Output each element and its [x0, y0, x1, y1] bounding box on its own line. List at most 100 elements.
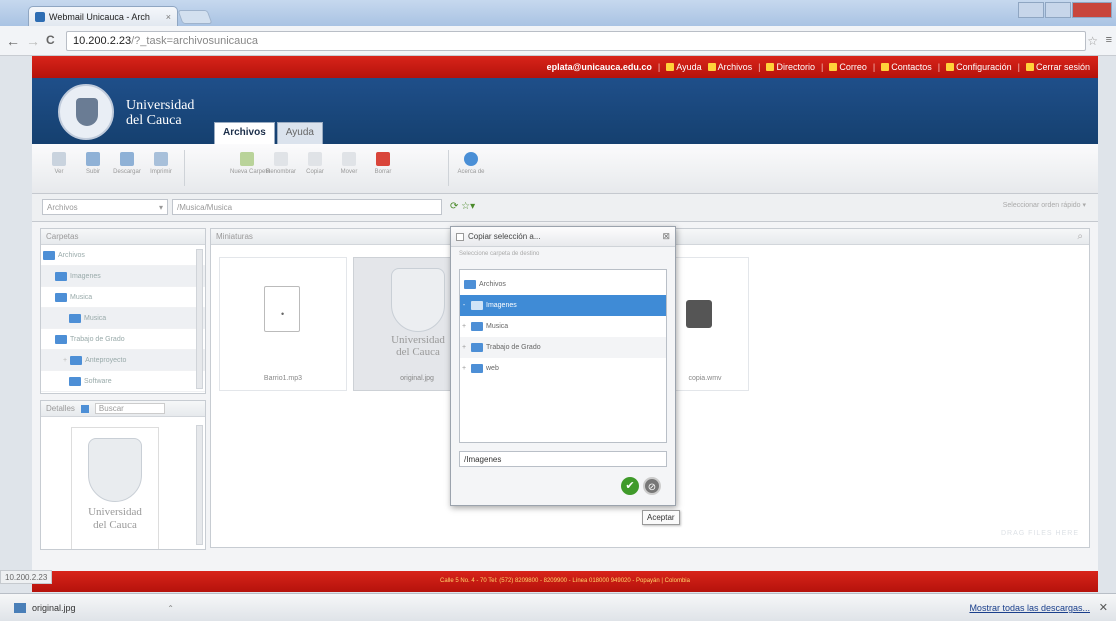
back-icon[interactable]: ←: [6, 33, 20, 49]
details-scrollbar[interactable]: [196, 425, 203, 545]
tab-close-icon[interactable]: ×: [166, 12, 171, 22]
crest-image: Universidad del Cauca: [374, 268, 462, 368]
topnav-archivos[interactable]: Archivos: [707, 62, 752, 72]
dialog-header: Copiar selección a... ⊠: [451, 227, 675, 247]
path-actions[interactable]: ⟳ ☆▾: [450, 201, 475, 212]
dialog-hint: Seleccione carpeta de destino: [459, 251, 540, 257]
copiar-button[interactable]: Copiar: [298, 148, 332, 175]
folder-icon: [55, 334, 67, 344]
footer-bar: Calle 5 No. 4 - 70 Tel: (572) 8209800 - …: [32, 571, 1098, 592]
app-tabs: Archivos Ayuda: [214, 122, 323, 144]
favicon-icon: [35, 11, 45, 22]
directory-icon: [766, 63, 775, 71]
show-all-downloads-link[interactable]: Mostrar todas las descargas...: [969, 603, 1090, 613]
dialog-close-icon[interactable]: ⊠: [662, 231, 670, 242]
topnav-configuracion[interactable]: Configuración: [946, 62, 1012, 72]
gear-icon: [946, 63, 955, 71]
details-icon: [80, 404, 89, 413]
imprimir-button[interactable]: Imprimir: [144, 148, 178, 175]
destination-tree: Archivos - Imagenes + Musica + Trabajo de G…: [459, 269, 667, 443]
user-email: eplata@unicauca.edu.co: [546, 62, 652, 72]
dest-node-trabajo[interactable]: + Trabajo de Grado: [460, 337, 666, 358]
dest-node-musica[interactable]: + Musica: [460, 316, 666, 337]
accept-button[interactable]: ✔: [621, 477, 639, 495]
dest-node-imagenes[interactable]: - Imagenes: [460, 295, 666, 316]
topnav-contactos[interactable]: Contactos: [881, 62, 932, 72]
acerca-de-button[interactable]: Acerca de: [454, 148, 488, 175]
university-name: Universidad del Cauca: [126, 98, 195, 128]
folder-icon: [471, 364, 483, 373]
accept-tooltip: Aceptar: [642, 510, 680, 525]
browser-tab-title: Webmail Unicauca - Arch: [49, 11, 150, 22]
download-item[interactable]: original.jpg ⌃: [8, 598, 180, 618]
toolbar-group-edit: Nueva Carpeta Renombrar Copiar Mover Bor…: [230, 148, 400, 175]
webmail-app: eplata@unicauca.edu.co | Ayuda Archivos …: [32, 56, 1098, 592]
file-thumb-barrio1[interactable]: Barrio1.mp3: [219, 257, 347, 391]
details-search-input[interactable]: Buscar: [94, 403, 165, 414]
renombrar-button[interactable]: Renombrar: [264, 148, 298, 175]
bookmark-star-icon[interactable]: ☆: [1087, 34, 1098, 48]
topnav-cerrar-sesion[interactable]: Cerrar sesión: [1025, 62, 1090, 72]
search-icon[interactable]: ⌕: [1077, 231, 1083, 242]
maximize-button[interactable]: [1045, 2, 1071, 18]
url-input[interactable]: 10.200.2.23/?_task=archivosunicauca: [66, 31, 1086, 51]
tree-item-trabajo[interactable]: Trabajo de Grado: [41, 329, 205, 350]
tree-item-archivos[interactable]: Archivos: [41, 245, 205, 266]
file-toolbar: Ver Subir Descargar Imprimir Nueva Carpe…: [32, 144, 1098, 194]
folders-panel: Carpetas Archivos Imagenes Musica Musica…: [40, 228, 206, 394]
topnav-correo[interactable]: Correo: [829, 62, 867, 72]
folder-icon: [70, 355, 83, 365]
mover-button[interactable]: Mover: [332, 148, 366, 175]
toolbar-group-file: Ver Subir Descargar Imprimir: [42, 148, 178, 175]
forward-icon[interactable]: →: [26, 33, 40, 49]
university-logo: [58, 84, 114, 140]
details-preview: Universidad del Cauca: [71, 427, 159, 549]
dest-node-archivos[interactable]: Archivos: [460, 274, 666, 295]
dialog-title: Copiar selección a...: [468, 232, 541, 241]
folders-scrollbar[interactable]: [196, 249, 203, 389]
path-input[interactable]: /Musica/Musica: [172, 199, 442, 215]
browser-tab[interactable]: Webmail Unicauca - Arch ×: [28, 6, 178, 26]
tree-item-imagenes[interactable]: Imagenes: [41, 266, 205, 287]
tree-item-musica[interactable]: Musica: [41, 287, 205, 308]
window-controls: [1018, 2, 1112, 18]
header-banner: Universidad del Cauca Archivos Ayuda: [32, 78, 1098, 144]
download-menu-icon[interactable]: ⌃: [167, 604, 174, 613]
descargar-button[interactable]: Descargar: [110, 148, 144, 175]
settings-wrench-icon[interactable]: ≡: [1106, 34, 1112, 46]
path-bar: Archivos ▾ /Musica/Musica ⟳ ☆▾ Selecciona…: [32, 194, 1098, 222]
tab-archivos[interactable]: Archivos: [214, 122, 275, 144]
top-user-bar: eplata@unicauca.edu.co | Ayuda Archivos …: [32, 56, 1098, 78]
root-select[interactable]: Archivos ▾: [42, 199, 168, 215]
ver-button[interactable]: Ver: [42, 148, 76, 175]
borrar-button[interactable]: Borrar: [366, 148, 400, 175]
destination-path-input[interactable]: /Imagenes: [459, 451, 667, 467]
downloads-close-icon[interactable]: ✕: [1099, 601, 1108, 614]
folder-icon: [471, 343, 483, 352]
new-tab-button[interactable]: [177, 10, 213, 24]
tab-ayuda[interactable]: Ayuda: [276, 122, 323, 144]
nueva-carpeta-button[interactable]: Nueva Carpeta: [230, 148, 270, 175]
reload-icon[interactable]: C: [46, 33, 55, 47]
browser-tabbar: Webmail Unicauca - Arch ×: [0, 0, 1116, 26]
minimize-button[interactable]: [1018, 2, 1044, 18]
cancel-button[interactable]: ⊘: [643, 477, 661, 495]
mail-icon: [829, 63, 838, 71]
sort-select[interactable]: Seleccionar orden rápido ▾: [1003, 201, 1086, 209]
details-panel: Detalles Buscar Universidad del Cauca: [40, 400, 206, 550]
folder-icon: [55, 271, 67, 281]
crest-image: [88, 438, 142, 502]
folder-icon: [43, 250, 55, 260]
toolbar-group-info: Acerca de: [454, 148, 488, 175]
tree-item-anteproyecto[interactable]: + Anteproyecto: [41, 350, 205, 371]
tree-item-musica-sub[interactable]: Musica: [41, 308, 205, 329]
folder-icon: [471, 301, 483, 310]
topnav-directorio[interactable]: Directorio: [766, 62, 815, 72]
tree-item-software[interactable]: Software: [41, 371, 205, 392]
dest-node-web[interactable]: + web: [460, 358, 666, 379]
url-path: /?_task=archivosunicauca: [131, 35, 259, 47]
topnav-ayuda[interactable]: Ayuda: [666, 62, 702, 72]
subir-button[interactable]: Subir: [76, 148, 110, 175]
window-close-button[interactable]: [1072, 2, 1112, 18]
help-icon: [666, 63, 675, 71]
